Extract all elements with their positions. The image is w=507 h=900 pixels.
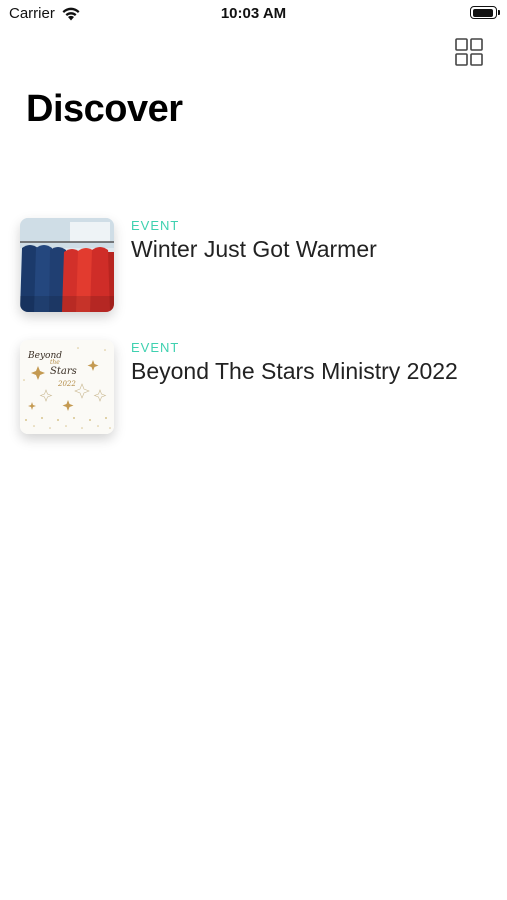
page-title: Discover [26,88,183,130]
grid-view-button[interactable] [455,38,483,66]
item-title: Beyond The Stars Ministry 2022 [131,358,458,384]
grid-icon [455,38,483,66]
poster-text-year: 2022 [57,380,76,388]
poster-text-stars: Stars [50,366,77,377]
item-category-label: EVENT [131,218,180,233]
list-item-beyond-the-stars[interactable]: Beyond the Stars 2022 EVENT Beyond The S… [0,340,507,462]
coats-on-rack-image [20,218,114,312]
battery-icon [470,6,500,19]
item-title: Winter Just Got Warmer [131,236,377,262]
poster-text-the: the [50,359,60,366]
beyond-the-stars-poster-image: Beyond the Stars 2022 [20,340,114,434]
battery-level [472,8,493,17]
status-bar: Carrier 10:03 AM [0,0,507,30]
list-item-winter[interactable]: EVENT Winter Just Got Warmer [0,218,507,340]
discover-screen: Carrier 10:03 AM Discover EVENT Winter J… [0,0,507,900]
content-list: EVENT Winter Just Got Warmer Beyond the … [0,218,507,462]
clock: 10:03 AM [220,5,287,22]
item-category-label: EVENT [131,340,180,355]
